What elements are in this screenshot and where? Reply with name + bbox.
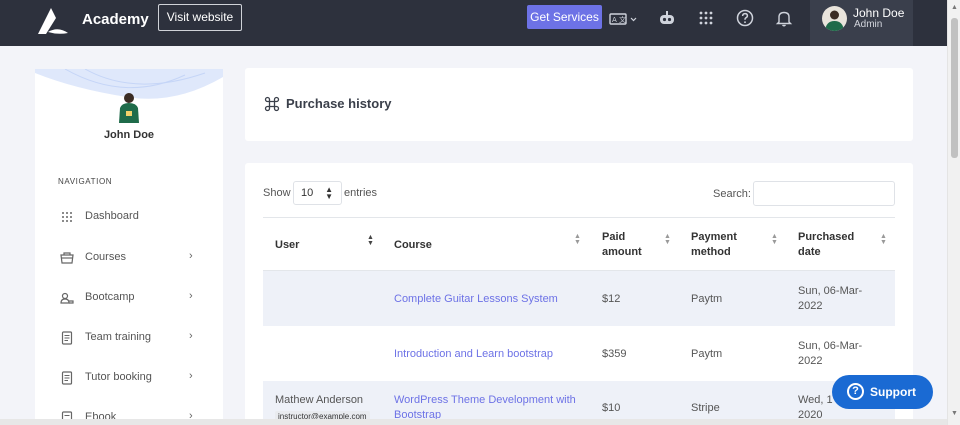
- sidebar-item-label: Team training: [85, 331, 152, 343]
- sidebar-item-bootcamp[interactable]: Bootcamp ›: [35, 285, 223, 311]
- sidebar-item-label: Courses: [85, 251, 126, 263]
- search-label: Search:: [713, 188, 751, 200]
- purchase-history-table-card: Show 10 ▲ ▼ entries Search: User ▲ ▼ Cours…: [245, 163, 913, 425]
- page-title: Purchase history: [286, 96, 392, 111]
- robot-icon[interactable]: [657, 8, 677, 28]
- paid-amount: $10: [602, 402, 621, 414]
- chevron-right-icon: ›: [189, 330, 193, 342]
- scroll-down-arrow-icon[interactable]: ▼: [951, 410, 958, 417]
- bootcamp-icon: [60, 292, 74, 304]
- user-role: Admin: [854, 19, 883, 30]
- purchased-date: Sun, 06-Mar-2022: [798, 285, 863, 312]
- search-input[interactable]: [753, 181, 895, 206]
- purchased-date: Sun, 06-Mar-2022: [798, 340, 863, 367]
- language-icon[interactable]: A 文: [609, 12, 637, 26]
- sidebar-item-tutor-booking[interactable]: Tutor booking ›: [35, 365, 223, 391]
- help-icon[interactable]: [735, 8, 755, 28]
- entries-label: entries: [344, 187, 378, 199]
- scroll-thumb[interactable]: [951, 18, 958, 158]
- grid-icon: [62, 212, 72, 222]
- user-name: Mathew Anderson: [275, 394, 364, 406]
- sidebar-item-label: Dashboard: [85, 210, 139, 222]
- column-header-course[interactable]: Course: [394, 238, 432, 253]
- paid-amount: $359: [602, 348, 627, 360]
- course-link[interactable]: Introduction and Learn bootstrap: [394, 347, 553, 362]
- avatar: [822, 6, 847, 31]
- select-arrows-icon: ▲ ▼: [325, 185, 333, 201]
- svg-text:文: 文: [619, 15, 626, 24]
- visit-website-button[interactable]: Visit website: [158, 4, 242, 31]
- entries-per-page-select[interactable]: 10 ▲ ▼: [293, 181, 342, 205]
- support-button[interactable]: ? Support: [832, 375, 933, 409]
- sidebar-item-courses[interactable]: Courses ›: [35, 245, 223, 271]
- brand-name[interactable]: Academy: [82, 11, 149, 28]
- column-header-payment-method[interactable]: Payment method: [691, 230, 747, 260]
- show-label: Show: [263, 187, 291, 199]
- courses-icon: [60, 252, 74, 264]
- payment-method: Stripe: [691, 402, 720, 414]
- table-header: User ▲ ▼ Course ▲ ▼ Paid amount ▲ ▼ Payment…: [263, 217, 895, 271]
- nav-heading: NAVIGATION: [58, 177, 113, 186]
- get-services-button[interactable]: Get Services: [527, 5, 602, 29]
- paid-amount: $12: [602, 293, 621, 305]
- sidebar-item-team-training[interactable]: Team training ›: [35, 325, 223, 351]
- document-icon: [61, 371, 73, 385]
- chevron-right-icon: ›: [189, 250, 193, 262]
- payment-method: Paytm: [691, 293, 723, 305]
- horizontal-scrollbar[interactable]: [0, 419, 947, 425]
- user-name: John Doe: [853, 6, 905, 20]
- notification-bell-icon[interactable]: [774, 8, 794, 28]
- vertical-scrollbar[interactable]: ▲ ▼: [947, 0, 960, 425]
- profile-avatar[interactable]: [117, 91, 141, 123]
- course-link[interactable]: Complete Guitar Lessons System: [394, 292, 558, 307]
- column-header-paid-amount[interactable]: Paid amount: [602, 230, 652, 260]
- academy-logo[interactable]: [36, 6, 70, 36]
- svg-text:A: A: [612, 16, 617, 24]
- table-row: Introduction and Learn bootstrap $359 Pa…: [263, 326, 895, 381]
- table-row: Complete Guitar Lessons System $12 Paytm…: [263, 271, 895, 326]
- sort-icon[interactable]: ▲ ▼: [367, 234, 374, 247]
- sort-icon[interactable]: ▲ ▼: [771, 233, 778, 246]
- column-header-purchased-date[interactable]: Purchased date: [798, 230, 862, 260]
- payment-method: Paytm: [691, 348, 723, 360]
- scroll-up-arrow-icon[interactable]: ▲: [951, 4, 958, 11]
- sidebar-item-label: Bootcamp: [85, 291, 135, 303]
- document-icon: [61, 331, 73, 345]
- support-label: Support: [870, 385, 916, 399]
- sort-icon[interactable]: ▲ ▼: [574, 233, 581, 246]
- top-navbar: Academy Visit website Get Services A 文 J…: [0, 0, 947, 46]
- sort-icon[interactable]: ▲ ▼: [880, 233, 887, 246]
- help-icon: ?: [847, 383, 864, 400]
- chevron-right-icon: ›: [189, 370, 193, 382]
- sidebar: John Doe NAVIGATION Dashboard Courses › …: [35, 69, 223, 425]
- chevron-right-icon: ›: [189, 290, 193, 302]
- sort-icon[interactable]: ▲ ▼: [664, 233, 671, 246]
- sidebar-item-label: Tutor booking: [85, 371, 152, 383]
- profile-name: John Doe: [103, 129, 155, 141]
- user-menu[interactable]: John Doe Admin: [810, 0, 913, 46]
- sidebar-item-dashboard[interactable]: Dashboard: [35, 204, 223, 230]
- column-header-user[interactable]: User: [275, 238, 299, 253]
- command-icon: [264, 96, 280, 112]
- apps-grid-icon[interactable]: [696, 8, 716, 28]
- page-header-card: Purchase history: [245, 68, 913, 141]
